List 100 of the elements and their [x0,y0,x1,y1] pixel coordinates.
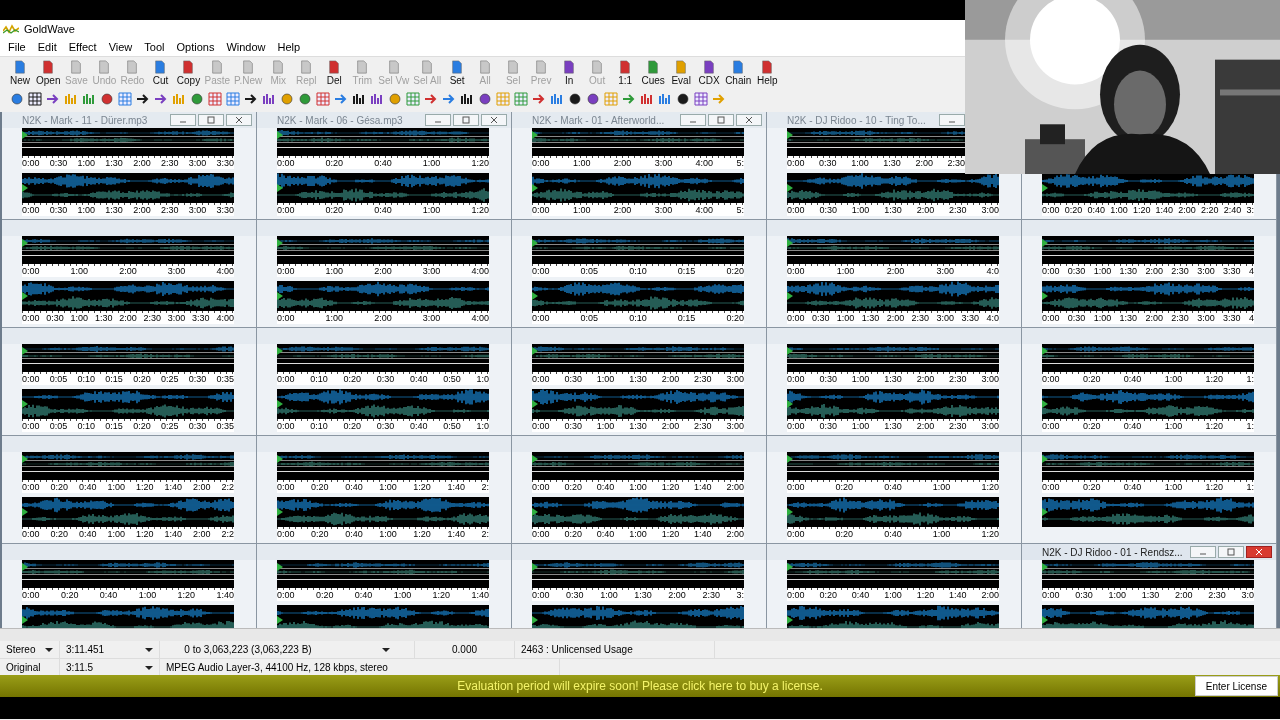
page-icon [69,60,84,74]
toolbar-button[interactable]: CDX [695,59,724,87]
time-label: 1:40 [447,528,465,540]
toolbar-button[interactable]: Eval [667,59,696,87]
waveform[interactable] [787,605,999,629]
circle-icon[interactable] [676,92,690,106]
overview-waveform[interactable] [532,452,744,480]
caret-icon[interactable] [145,665,153,670]
bars-icon[interactable] [460,92,474,106]
toolbar-button[interactable]: Set [443,59,472,87]
minimize-button[interactable] [425,114,451,126]
document-title-bar[interactable]: N2K - DJ Ridoo - 01 - Rendsz... [1022,544,1276,560]
toolbar-button[interactable]: Chain [723,59,754,87]
minimize-button[interactable] [1190,546,1216,558]
caret-icon[interactable] [381,647,390,652]
overview-waveform[interactable] [277,128,489,156]
close-button[interactable] [736,114,762,126]
overview-waveform[interactable] [532,560,744,588]
time-label: 1:20 [981,481,999,493]
toolbar-button[interactable]: Cut [146,59,175,87]
page-icon [702,60,717,74]
close-button[interactable] [226,114,252,126]
circle-icon[interactable] [586,92,600,106]
time-label: 2: [481,528,489,540]
time-label: 3: [736,589,744,601]
menu-item[interactable]: Effect [62,41,103,53]
time-label: 0:40 [1123,420,1142,432]
overview-waveform[interactable] [22,452,234,480]
enter-license-button[interactable]: Enter License [1194,676,1278,696]
menu-item[interactable]: File [2,41,32,53]
toolbar-button[interactable]: In [555,59,584,87]
menu-item[interactable]: Help [271,41,307,53]
caret-icon[interactable] [45,647,53,652]
minimize-button[interactable] [680,114,706,126]
overview-waveform[interactable] [787,128,965,156]
caret-icon[interactable] [145,647,153,652]
time-label: 2:00 [661,420,680,432]
menu-item[interactable]: View [102,41,139,53]
menu-item[interactable]: Edit [31,41,63,53]
arrow-icon[interactable] [244,92,258,106]
time-label: 2:30 [1208,589,1226,601]
time-label: 1:30 [105,157,123,169]
overview-waveform[interactable] [532,128,744,156]
overview-waveform[interactable] [787,236,999,264]
overview-waveform[interactable] [277,236,489,264]
overview-waveform[interactable] [22,560,234,588]
overview-waveform[interactable] [787,344,999,372]
time-label: 0:00 [1042,481,1060,493]
grid-icon[interactable] [316,92,330,106]
toolbar-button[interactable]: Copy [174,59,203,87]
overview-waveform[interactable] [277,344,489,372]
overview-waveform[interactable] [532,344,744,372]
overview-waveform[interactable] [1042,452,1254,480]
waveform[interactable] [22,605,234,629]
overview-waveform[interactable] [22,344,234,372]
menu-item[interactable]: Tool [138,41,171,53]
time-label: 0:10 [77,420,96,432]
minimize-button[interactable] [939,114,965,126]
circle-icon[interactable] [568,92,582,106]
waveform[interactable] [277,605,489,629]
time-label: 3:00 [167,265,186,277]
minimize-button[interactable] [170,114,196,126]
circle-icon[interactable] [100,92,114,106]
time-label: 1:00 [1110,204,1128,216]
page-icon [534,60,549,74]
time-label: 0:20 [311,528,329,540]
toolbar-button[interactable]: New [6,59,34,87]
circle-icon[interactable] [478,92,492,106]
grid-icon[interactable] [208,92,222,106]
toolbar-button[interactable]: 1:1 [611,59,640,87]
close-button[interactable] [1246,546,1272,558]
overview-waveform[interactable] [1042,236,1254,264]
grid-icon[interactable] [28,92,42,106]
overview-waveform[interactable] [787,452,999,480]
close-button[interactable] [481,114,507,126]
menu-item[interactable]: Options [170,41,221,53]
time-label: 0:00 [532,589,550,601]
waveform[interactable] [1042,605,1254,629]
overview-waveform[interactable] [1042,560,1254,588]
waveform[interactable] [532,605,744,629]
scrollbar[interactable] [0,628,1280,641]
bars-icon[interactable] [352,92,366,106]
menu-item[interactable]: Window [220,41,272,53]
overview-waveform[interactable] [787,560,999,588]
time-label: 0:00 [787,481,805,493]
toolbar-button[interactable]: Del [320,59,349,87]
arrow-icon[interactable] [136,92,150,106]
overview-waveform[interactable] [22,128,234,156]
overview-waveform[interactable] [22,236,234,264]
overview-waveform[interactable] [277,452,489,480]
overview-waveform[interactable] [1042,344,1254,372]
time-label: 3:00 [981,373,999,385]
toolbar-button[interactable]: Open [34,59,63,87]
overview-waveform[interactable] [532,236,744,264]
toolbar-button[interactable]: Cues [639,59,668,87]
time-label: 0:40 [1123,481,1142,493]
toolbar-button[interactable]: Help [753,59,782,87]
overview-waveform[interactable] [277,560,489,588]
time-label: 3:00 [188,204,207,216]
time-label: 0:00 [532,481,550,493]
